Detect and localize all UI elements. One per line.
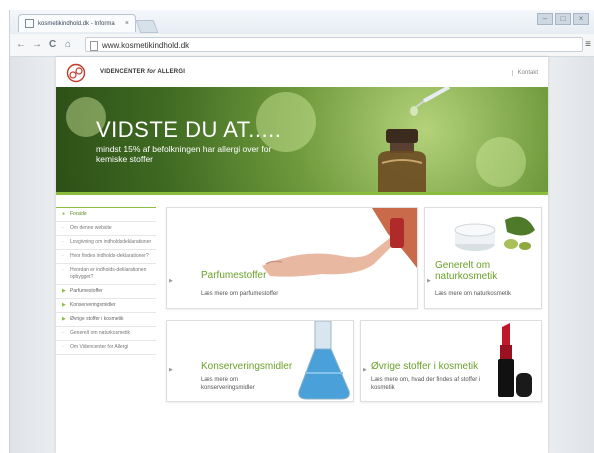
allergy-logo-icon[interactable] — [66, 63, 86, 83]
oil-bottle-icon — [378, 129, 426, 192]
brand-prefix: VIDENCENTER — [100, 69, 148, 75]
hero-title: VIDSTE DU AT..... — [96, 117, 282, 142]
arrow-icon: ▶ — [62, 288, 66, 294]
card-link[interactable]: Læs mere om konserveringsmidler — [201, 376, 291, 392]
bullet-icon: ● — [62, 211, 66, 217]
maximize-button[interactable]: □ — [555, 13, 571, 25]
sidebar-item-hvor-findes[interactable]: - Hvor findes indholds-deklarationer? — [56, 250, 156, 264]
page-icon — [25, 19, 34, 28]
lipstick-icon — [498, 323, 532, 397]
arrow-icon: ▶ — [427, 278, 431, 284]
reload-icon[interactable]: C — [49, 39, 56, 50]
back-icon[interactable]: ← — [16, 39, 26, 50]
url-text: www.kosmetikindhold.dk — [102, 41, 190, 50]
browser-window: kosmetikindhold.dk - Informa × – □ × ← →… — [9, 10, 594, 453]
card-link[interactable]: Læs mere om, hvad der findes af stoffer … — [371, 376, 481, 392]
minimize-button[interactable]: – — [537, 13, 553, 25]
home-icon[interactable]: ⌂ — [65, 39, 71, 50]
arrow-icon: ▶ — [169, 278, 173, 284]
sidebar-item-parfumestoffer[interactable]: ▶ Parfumestoffer — [56, 285, 156, 299]
site-header: VIDENCENTER for ALLERGI Kontakt — [56, 57, 548, 87]
bullet-icon: - — [62, 253, 64, 259]
address-bar[interactable]: www.kosmetikindhold.dk — [85, 37, 583, 52]
sidebar-item-label: Øvrige stoffer i kosmetik — [70, 316, 124, 322]
sidebar-item-label: Forside — [70, 211, 87, 217]
dropper-icon — [410, 87, 450, 116]
bokeh-decor — [476, 137, 526, 187]
sidebar-item-label: Generelt om naturkosmetik — [70, 330, 131, 336]
website: VIDENCENTER for ALLERGI Kontakt VIDSTE D… — [56, 57, 548, 453]
hero-divider — [56, 192, 548, 195]
bullet-icon: - — [62, 239, 64, 245]
window-controls: – □ × — [537, 13, 589, 25]
card-ovrige-stoffer[interactable]: Øvrige stoffer i kosmetik Læs mere om, h… — [360, 320, 542, 402]
sidebar-item-label: Om Videncenter for Allergi — [70, 344, 129, 350]
arrow-icon: ▶ — [62, 316, 66, 322]
new-tab-button[interactable] — [135, 20, 159, 33]
tab-title: kosmetikindhold.dk - Informa — [38, 20, 115, 27]
sidebar-item-label: Konserveringsmidler — [70, 302, 116, 308]
brand-italic: for — [147, 69, 156, 75]
forward-icon[interactable]: → — [32, 39, 42, 50]
tab-close-icon[interactable]: × — [125, 20, 129, 27]
bullet-icon: - — [62, 225, 64, 231]
sidebar-item-om-website[interactable]: - Om denne website — [56, 222, 156, 236]
card-title: Generelt om naturkosmetik — [435, 260, 498, 282]
card-link[interactable]: Læs mere om naturkosmetik — [435, 290, 511, 298]
sidebar-item-label: Om denne website — [70, 225, 112, 231]
flask-icon — [298, 321, 350, 400]
bullet-icon: - — [62, 344, 64, 350]
card-title: Konserveringsmidler — [201, 361, 293, 372]
arrow-icon: ▶ — [169, 367, 173, 373]
card-title: Parfumestoffer — [201, 270, 267, 281]
sidebar-item-label: Hvordan er indholds-deklarationen opbygg… — [70, 267, 147, 280]
bullet-icon: - — [62, 267, 64, 273]
browser-tab[interactable]: kosmetikindhold.dk - Informa × — [18, 14, 136, 32]
sidebar-item-hvordan[interactable]: - Hvordan er indholds-deklarationen opbyg… — [56, 264, 156, 285]
bullet-icon: - — [62, 330, 64, 336]
card-konserveringsmidler[interactable]: Konserveringsmidler Læs mere om konserve… — [166, 320, 354, 402]
sidebar-item-lovgivning[interactable]: - Lovgivning om indholdsdeklarationer — [56, 236, 156, 250]
sidebar-item-label: Lovgivning om indholdsdeklarationer — [70, 239, 152, 245]
hero-subtitle: mindst 15% af befolkningen har allergi o… — [96, 144, 272, 164]
card-parfumestoffer[interactable]: Parfumestoffer Læs mere om parfumestoffe… — [166, 207, 418, 309]
browser-toolbar: ← → C ⌂ www.kosmetikindhold.dk ≡ — [10, 34, 594, 57]
brand-suffix: ALLERGI — [155, 69, 186, 75]
page-viewport: VIDENCENTER for ALLERGI Kontakt VIDSTE D… — [10, 57, 594, 453]
hero-banner: VIDSTE DU AT..... mindst 15% af befolkni… — [56, 87, 548, 192]
hand-perfume-icon — [262, 208, 417, 277]
sidebar-nav: ● Forside - Om denne website - Lovgivning o… — [56, 207, 156, 355]
sidebar-item-label: Parfumestoffer — [70, 288, 103, 294]
sidebar-item-ovrige[interactable]: ▶ Øvrige stoffer i kosmetik — [56, 313, 156, 327]
sidebar-item-naturkosmetik[interactable]: - Generelt om naturkosmetik — [56, 327, 156, 341]
card-title: Øvrige stoffer i kosmetik — [371, 361, 479, 372]
sidebar-item-om-videncenter[interactable]: - Om Videncenter for Allergi — [56, 341, 156, 355]
title-bar: kosmetikindhold.dk - Informa × – □ × — [10, 10, 594, 34]
close-window-button[interactable]: × — [573, 13, 589, 25]
brand-name: VIDENCENTER for ALLERGI — [100, 69, 185, 75]
cream-jar-icon — [454, 216, 535, 251]
contact-link[interactable]: Kontakt — [511, 70, 538, 76]
card-link[interactable]: Læs mere om parfumestoffer — [201, 290, 278, 298]
sidebar-item-label: Hvor findes indholds-deklarationer? — [70, 253, 149, 259]
arrow-icon: ▶ — [62, 302, 66, 308]
card-naturkosmetik[interactable]: Generelt om naturkosmetik Læs mere om na… — [424, 207, 542, 309]
sidebar-item-forside[interactable]: ● Forside — [56, 207, 156, 222]
menu-icon[interactable]: ≡ — [585, 39, 591, 50]
arrow-icon: ▶ — [363, 367, 367, 373]
sidebar-item-konserveringsmidler[interactable]: ▶ Konserveringsmidler — [56, 299, 156, 313]
page-icon — [90, 41, 98, 51]
